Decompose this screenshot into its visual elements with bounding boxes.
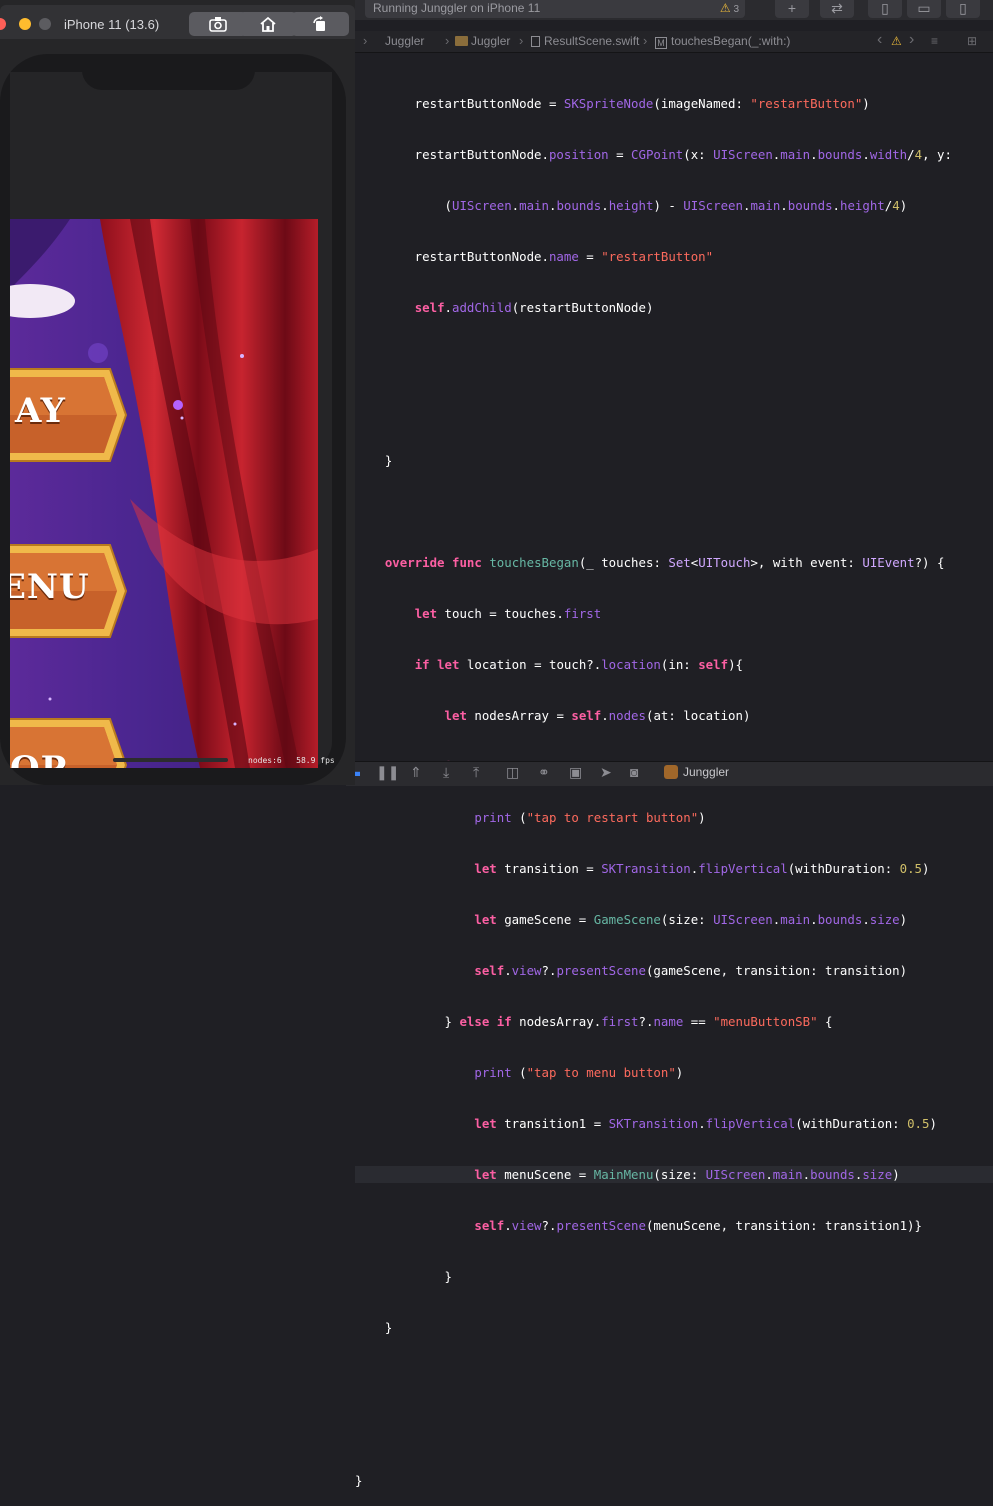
- simulator-title: iPhone 11 (13.6): [64, 17, 160, 32]
- app-icon: [664, 765, 678, 779]
- add-library-button[interactable]: +: [775, 0, 809, 18]
- code-line: self.addChild(restartButtonNode): [414, 300, 654, 315]
- step-out-icon[interactable]: ⤒: [473, 764, 479, 781]
- code-line: let gameScene = GameScene(size: UIScreen…: [474, 912, 908, 927]
- debug-target-label[interactable]: Junggler: [683, 765, 729, 779]
- warning-icon[interactable]: ⚠: [891, 34, 902, 48]
- code-line: restartButtonNode = SKSpriteNode(imageNa…: [355, 96, 870, 111]
- breadcrumb-file[interactable]: ResultScene.swift: [531, 34, 639, 48]
- breadcrumb-project[interactable]: Juggler: [385, 34, 424, 48]
- home-indicator[interactable]: [113, 758, 228, 762]
- play-button-label: AY: [15, 391, 66, 431]
- next-issue-icon[interactable]: ›: [909, 31, 914, 49]
- activity-status: Running Junggler on iPhone 11: [373, 1, 541, 15]
- simulate-location-icon[interactable]: ➤: [600, 764, 612, 781]
- warning-icon: ⚠: [719, 1, 731, 15]
- step-into-icon[interactable]: ⤓: [443, 764, 449, 781]
- code-line: let nodesArray = self.nodes(at: location…: [444, 708, 751, 723]
- code-line: let touch = touches.first: [414, 606, 602, 621]
- previous-issue-icon[interactable]: ‹: [877, 31, 882, 49]
- folder-icon: [455, 36, 468, 46]
- code-line: (UIScreen.main.bounds.height) - UIScreen…: [355, 198, 908, 213]
- view-hierarchy-icon[interactable]: ◫: [506, 764, 519, 781]
- camera-icon[interactable]: ◙: [630, 764, 638, 780]
- code-line: self.view?.presentScene(menuScene, trans…: [474, 1218, 922, 1233]
- spritekit-stats-label: nodes:6 58.9 fps: [248, 756, 335, 765]
- shop-button[interactable]: OP: [10, 715, 130, 768]
- code-line: restartButtonNode.position = CGPoint(x: …: [355, 147, 952, 162]
- shop-button-label: OP: [10, 749, 67, 768]
- code-line: let transition = SKTransition.flipVertic…: [474, 861, 930, 876]
- code-line: let transition1 = SKTransition.flipVerti…: [474, 1116, 937, 1131]
- jump-bar: › Juggler › Juggler › ResultScene.swift …: [355, 31, 993, 53]
- rotate-icon: [313, 16, 325, 31]
- toggle-navigator-button[interactable]: ▯: [868, 0, 902, 18]
- chevron-right-icon: ›: [445, 33, 450, 48]
- iphone-notch: [82, 60, 255, 90]
- left-panel-icon: ▯: [881, 0, 889, 16]
- code-line: override func touchesBegan(_ touches: Se…: [384, 555, 945, 570]
- related-items-icon[interactable]: ≡: [931, 34, 938, 48]
- warning-count: 3: [733, 4, 739, 15]
- code-line: }: [355, 1320, 393, 1335]
- toggle-debug-area-button[interactable]: ▭: [907, 0, 941, 18]
- home-icon: [260, 16, 276, 32]
- step-over-icon[interactable]: ⇑: [410, 764, 422, 781]
- code-line: }: [355, 453, 393, 468]
- code-review-button[interactable]: ⇄: [820, 0, 854, 18]
- chevron-right-icon: ›: [519, 33, 524, 48]
- add-editor-icon[interactable]: ⊞: [967, 34, 977, 48]
- code-line: self.view?.presentScene(gameScene, trans…: [474, 963, 908, 978]
- toggle-inspector-button[interactable]: ▯: [946, 0, 980, 18]
- code-line: }: [355, 1473, 363, 1488]
- environment-overrides-icon[interactable]: ▣: [569, 764, 582, 781]
- plus-icon: +: [787, 0, 797, 16]
- code-line: print ("tap to menu button"): [474, 1065, 684, 1080]
- breadcrumb-method[interactable]: MtouchesBegan(_:with:): [655, 34, 790, 49]
- code-line: }: [355, 1269, 452, 1284]
- breadcrumb-group[interactable]: Juggler: [455, 34, 510, 48]
- rotate-button[interactable]: [291, 12, 349, 36]
- minimize-window-icon[interactable]: [19, 18, 31, 30]
- code-line: restartButtonNode.name = "restartButton": [355, 249, 714, 264]
- zoom-window-icon[interactable]: [39, 18, 51, 30]
- swift-file-icon: [531, 36, 540, 47]
- home-button[interactable]: [239, 12, 297, 36]
- menu-button-label: ENU: [10, 567, 90, 607]
- bottom-panel-icon: ▭: [917, 0, 931, 16]
- memory-graph-icon[interactable]: ⚭: [538, 764, 550, 781]
- code-line-current: let menuScene = MainMenu(size: UIScreen.…: [355, 1166, 993, 1183]
- camera-icon: [209, 17, 227, 32]
- warning-indicator[interactable]: ⚠ 3: [720, 0, 739, 18]
- menu-button[interactable]: ENU: [10, 541, 130, 641]
- activity-viewer: Running Junggler on iPhone 11 ⚠ 3: [365, 0, 745, 18]
- code-line: } else if nodesArray.first?.name == "men…: [355, 1014, 833, 1029]
- right-panel-icon: ▯: [959, 0, 967, 16]
- chevron-right-icon: ›: [643, 33, 648, 48]
- game-scene[interactable]: AY ENU OP: [10, 219, 318, 768]
- code-line: print ("tap to restart button"): [474, 810, 706, 825]
- code-line: if let location = touch?.location(in: se…: [414, 657, 743, 672]
- method-icon: M: [655, 37, 667, 49]
- chevron-right-icon: ›: [363, 33, 368, 48]
- game-background: [10, 219, 318, 768]
- play-button[interactable]: AY: [10, 365, 130, 465]
- swap-arrows-icon: ⇄: [831, 0, 843, 16]
- pause-icon[interactable]: ❚❚: [376, 764, 399, 781]
